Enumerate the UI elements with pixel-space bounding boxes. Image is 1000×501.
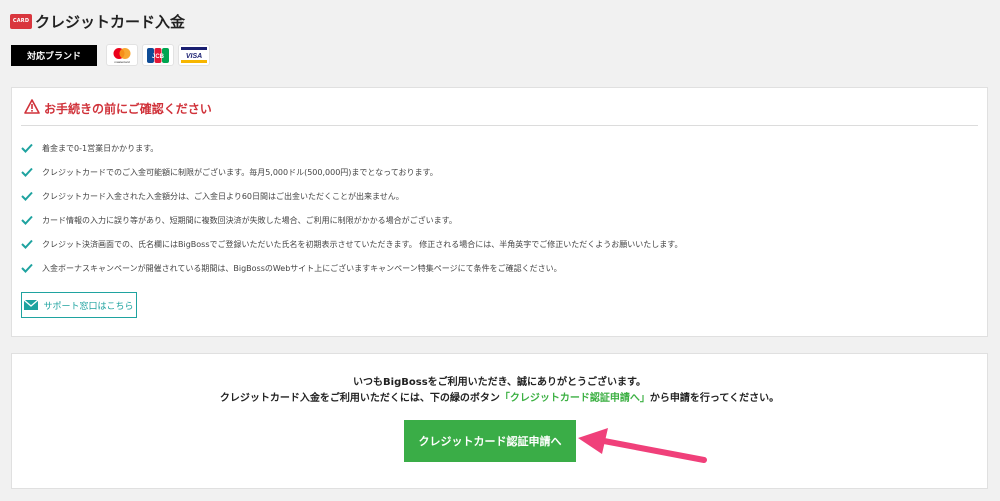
supported-brands: 対応ブランド mastercard JCB VISA bbox=[11, 44, 214, 66]
check-icon bbox=[21, 214, 34, 227]
page-title: クレジットカード入金 bbox=[35, 12, 186, 31]
notice-title: お手続きの前にご確認ください bbox=[44, 102, 212, 116]
brands-label: 対応ブランド bbox=[11, 44, 97, 66]
check-icon bbox=[21, 190, 34, 203]
mastercard-logo: mastercard bbox=[106, 44, 138, 66]
notice-list: 着金まで0-1営業日かかります。 クレジットカードでのご入金可能額に制限がござい… bbox=[21, 136, 682, 280]
check-icon bbox=[21, 142, 34, 155]
svg-text:VISA: VISA bbox=[186, 53, 202, 60]
list-item: クレジット決済画面での、氏名欄にはBigBossでご登録いただいた氏名を初期表示… bbox=[21, 232, 682, 256]
mail-icon bbox=[24, 300, 39, 310]
notice-item-text: 入金ボーナスキャンペーンが開催されている期間は、BigBossのWebサイト上に… bbox=[42, 263, 562, 273]
svg-text:mastercard: mastercard bbox=[114, 60, 129, 64]
svg-text:JCB: JCB bbox=[152, 54, 165, 60]
list-item: 入金ボーナスキャンペーンが開催されている期間は、BigBossのWebサイト上に… bbox=[21, 256, 682, 280]
instruction-highlight: 「クレジットカード認証申請へ」 bbox=[499, 393, 650, 404]
notice-box: お手続きの前にご確認ください 着金まで0-1営業日かかります。 クレジットカード… bbox=[11, 87, 988, 337]
notice-item-text: カード情報の入力に誤り等があり、短期間に複数回決済が失敗した場合、ご利用に制限が… bbox=[42, 215, 457, 225]
visa-logo: VISA bbox=[178, 44, 210, 66]
instruction-pre: クレジットカード入金をご利用いただくには、下の緑のボタン bbox=[219, 393, 500, 404]
greeting-text: いつもBigBossをご利用いただき、誠にありがとうございます。 bbox=[353, 377, 646, 388]
credit-card-icon: CARD bbox=[10, 13, 32, 29]
notice-item-text: クレジットカードでのご入金可能額に制限がございます。毎月5,000ドル(500,… bbox=[42, 167, 438, 177]
notice-item-text: 着金まで0-1営業日かかります。 bbox=[42, 143, 159, 153]
notice-item-text: クレジット決済画面での、氏名欄にはBigBossでご登録いただいた氏名を初期表示… bbox=[42, 239, 683, 249]
list-item: クレジットカードでのご入金可能額に制限がございます。毎月5,000ドル(500,… bbox=[21, 160, 682, 184]
list-item: 着金まで0-1営業日かかります。 bbox=[21, 136, 682, 160]
jcb-logo: JCB bbox=[142, 44, 174, 66]
warning-icon bbox=[24, 99, 40, 118]
instruction-text: クレジットカード入金をご利用いただくには、下の緑のボタン「クレジットカード認証申… bbox=[12, 389, 987, 404]
support-button-label: サポート窓口はこちら bbox=[43, 301, 134, 312]
notice-header: お手続きの前にご確認ください bbox=[24, 99, 212, 118]
list-item: クレジットカード入金された入金額分は、ご入金日より60日間はご出金いただくことが… bbox=[21, 184, 682, 208]
support-contact-button[interactable]: サポート窓口はこちら bbox=[21, 292, 137, 318]
page-header: CARD クレジットカード入金 bbox=[10, 10, 185, 32]
check-icon bbox=[21, 166, 34, 179]
check-icon bbox=[21, 238, 34, 251]
apply-panel: いつもBigBossをご利用いただき、誠にありがとうございます。 クレジットカー… bbox=[11, 353, 988, 489]
divider bbox=[21, 125, 978, 126]
instruction-post: から申請を行ってください。 bbox=[649, 393, 780, 404]
check-icon bbox=[21, 262, 34, 275]
notice-item-text: クレジットカード入金された入金額分は、ご入金日より60日間はご出金いただくことが… bbox=[42, 191, 404, 201]
pointer-arrow-icon bbox=[578, 428, 707, 463]
list-item: カード情報の入力に誤り等があり、短期間に複数回決済が失敗した場合、ご利用に制限が… bbox=[21, 208, 682, 232]
credit-card-apply-button[interactable]: クレジットカード認証申請へ bbox=[404, 420, 576, 462]
